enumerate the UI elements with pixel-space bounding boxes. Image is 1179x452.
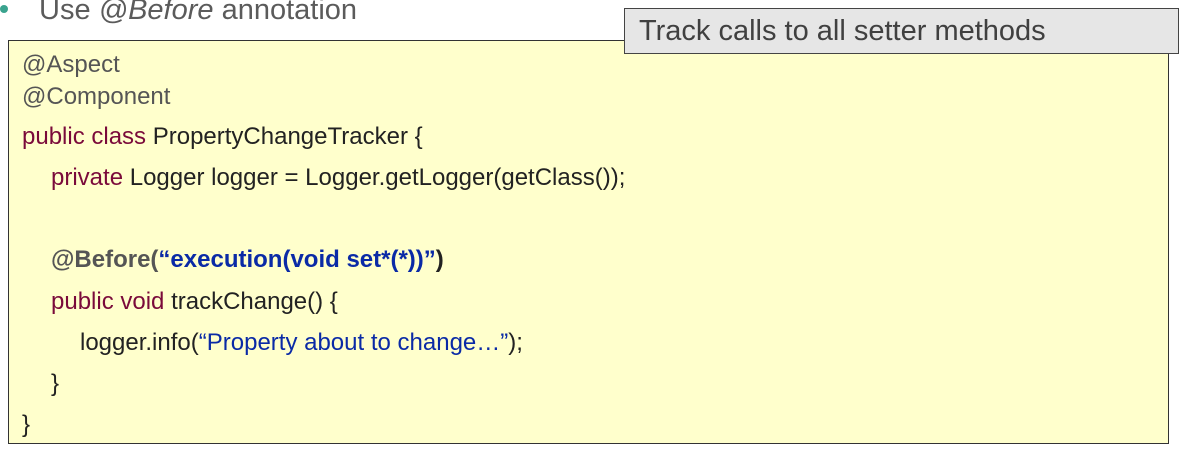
code-box xyxy=(8,40,1169,444)
callout-box: Track calls to all setter methods xyxy=(624,8,1179,54)
code-line-method-decl: public void trackChange() { xyxy=(51,287,338,317)
code-line-before: @Before(“execution(void set*(*))”) xyxy=(51,245,444,275)
private-keyword: private xyxy=(51,164,124,191)
before-annotation: @Before( xyxy=(51,246,159,273)
public-void-keyword: public void xyxy=(51,288,165,315)
log-message-string: “Property about to change…” xyxy=(198,329,509,356)
code-line-component: @Component xyxy=(22,82,170,112)
method-signature: trackChange() { xyxy=(164,288,338,315)
logger-info-close: ); xyxy=(508,329,523,356)
logger-declaration: Logger logger = Logger.getLogger(getClas… xyxy=(123,164,626,191)
aspect-annotation: @Aspect xyxy=(22,51,120,78)
logger-info-call: logger.info( xyxy=(80,329,199,356)
code-line-class-close: } xyxy=(22,410,30,440)
class-name: PropertyChangeTracker { xyxy=(146,123,423,150)
code-line-aspect: @Aspect xyxy=(22,50,120,80)
bullet-emphasis: @Before xyxy=(98,0,214,26)
bullet-dot-icon xyxy=(0,5,8,14)
code-line-method-close: } xyxy=(51,369,59,399)
class-close-brace: } xyxy=(22,411,31,438)
bullet-prefix: Use xyxy=(39,0,99,26)
code-line-class-decl: public class PropertyChangeTracker { xyxy=(22,122,423,152)
slide: Use @Before annotation Track calls to al… xyxy=(0,0,1179,452)
pointcut-expression: “execution(void set*(*))” xyxy=(158,246,436,273)
code-line-logger-info: logger.info(“Property about to change…”)… xyxy=(80,328,523,358)
callout-text: Track calls to all setter methods xyxy=(639,15,1046,47)
bullet-point: Use @Before annotation xyxy=(0,0,357,30)
component-annotation: @Component xyxy=(22,83,171,110)
bullet-suffix: annotation xyxy=(213,0,358,26)
before-close-paren: ) xyxy=(435,246,444,273)
class-keyword: public class xyxy=(22,123,147,150)
method-close-brace: } xyxy=(51,370,60,397)
code-line-logger: private Logger logger = Logger.getLogger… xyxy=(51,163,625,193)
